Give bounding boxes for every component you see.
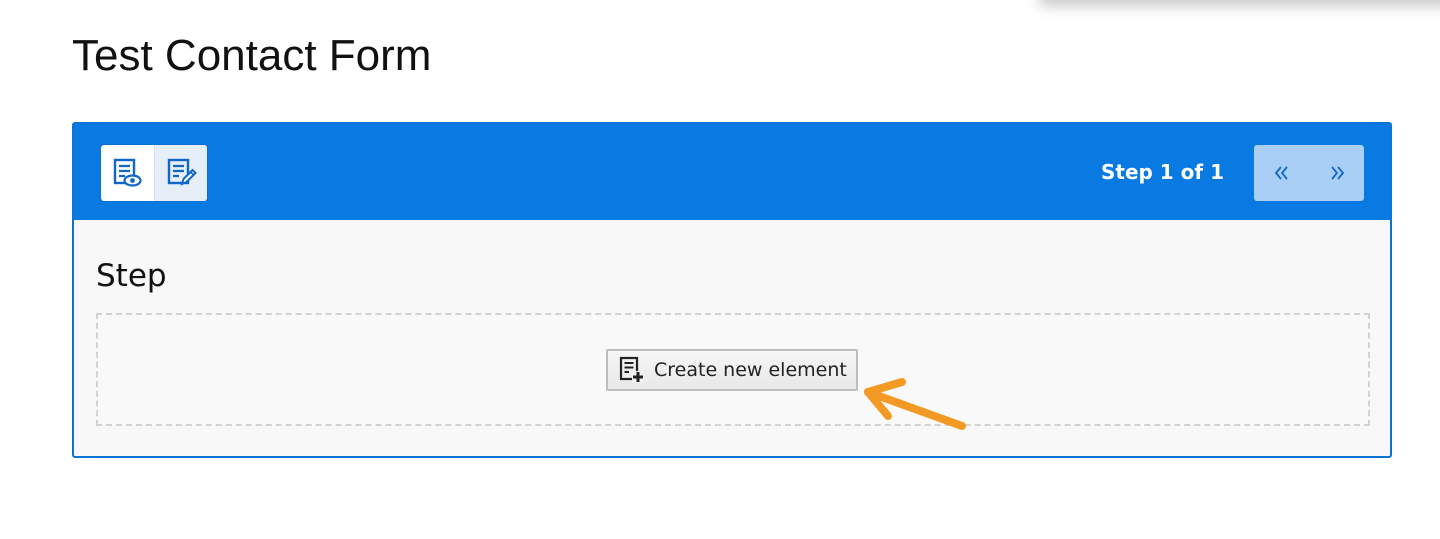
edit-mode-button[interactable] <box>153 145 207 201</box>
page-title: Test Contact Form <box>72 31 432 80</box>
step-title: Step <box>96 258 167 294</box>
add-element-icon <box>618 356 646 384</box>
mode-switch <box>101 145 207 201</box>
double-chevron-left-icon <box>1274 166 1288 180</box>
element-drop-zone[interactable]: Create new element <box>96 313 1370 426</box>
create-new-element-button[interactable]: Create new element <box>606 349 858 391</box>
create-new-element-label: Create new element <box>654 359 847 381</box>
double-chevron-right-icon <box>1330 166 1344 180</box>
step-indicator: Step 1 of 1 <box>1100 160 1224 184</box>
previous-step-button[interactable] <box>1254 145 1309 201</box>
step-pager <box>1254 145 1364 201</box>
form-editor: Step 1 of 1 Step Create new element <box>72 122 1392 458</box>
edit-form-icon <box>167 158 197 186</box>
next-step-button[interactable] <box>1309 145 1364 201</box>
annotation-arrow <box>864 378 966 430</box>
editor-header: Step 1 of 1 <box>74 124 1390 220</box>
preview-mode-button[interactable] <box>101 145 154 201</box>
preview-form-icon <box>114 158 142 187</box>
